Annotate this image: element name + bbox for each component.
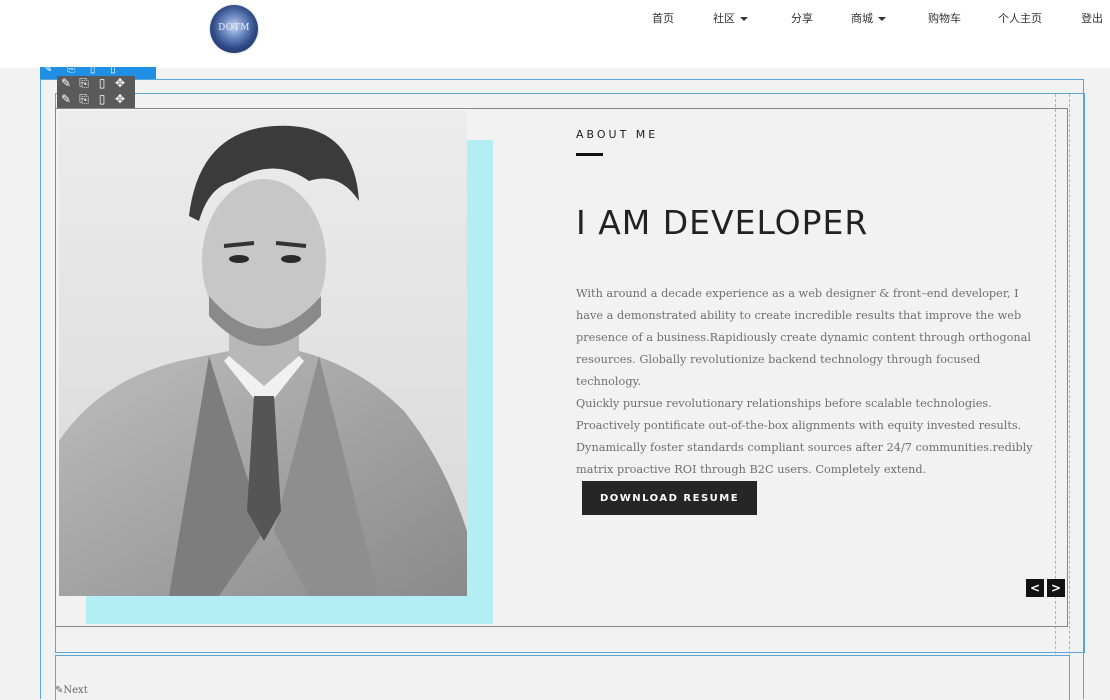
next-link-label: Next	[63, 685, 88, 696]
kicker-underline	[576, 153, 603, 156]
copy-icon[interactable]: ⎘	[78, 93, 90, 105]
slider-next-button[interactable]: >	[1047, 579, 1065, 597]
pencil-icon[interactable]: ✎	[60, 93, 72, 105]
nav-label: 社区	[713, 12, 735, 25]
move-icon[interactable]: ✥	[114, 77, 126, 89]
trash-icon[interactable]: ▯	[96, 77, 108, 89]
pencil-icon[interactable]: ✎	[60, 77, 72, 89]
bio-text: With around a decade experience as a web…	[576, 283, 1046, 481]
chevron-down-icon	[740, 17, 748, 21]
slider-prev-button[interactable]: <	[1026, 579, 1044, 597]
chevron-down-icon	[878, 17, 886, 21]
nav-label: 个人主页	[998, 12, 1042, 25]
move-icon[interactable]: ✥	[114, 93, 126, 105]
column-guide	[1069, 94, 1070, 654]
nav-label: 购物车	[928, 12, 961, 25]
nav-item-share[interactable]: 分享	[791, 10, 813, 26]
main-nav: 首页 社区 分享 商城 购物车 个人主页 登出	[0, 10, 1110, 30]
nav-item-mall[interactable]: 商城	[851, 10, 886, 26]
edit-tab-icons: ✎ ⎘ ▯ ▯	[44, 64, 122, 75]
trash-icon[interactable]: ▯	[96, 93, 108, 105]
block-edit-toolbox: ✎ ⎘ ▯ ✥ ✎ ⎘ ▯ ✥	[57, 76, 135, 108]
toolbox-row: ✎ ⎘ ▯ ✥	[60, 93, 126, 109]
nav-label: 首页	[652, 12, 674, 25]
nav-item-community[interactable]: 社区	[713, 10, 748, 26]
page-title: I AM DEVELOPER	[576, 203, 869, 242]
nav-label: 登出	[1081, 12, 1103, 25]
next-section-frame	[55, 655, 1070, 700]
nav-item-home[interactable]: 首页	[652, 10, 674, 26]
nav-item-cart[interactable]: 购物车	[928, 10, 961, 26]
top-navbar: DOTM 首页 社区 分享 商城 购物车 个人主页 登出	[0, 0, 1110, 68]
nav-item-logout[interactable]: 登出	[1081, 10, 1103, 26]
nav-label: 商城	[851, 12, 873, 25]
bio-paragraph: With around a decade experience as a web…	[576, 287, 1032, 388]
nav-item-profile[interactable]: 个人主页	[998, 10, 1042, 26]
nav-label: 分享	[791, 12, 813, 25]
toolbox-row: ✎ ⎘ ▯ ✥	[60, 77, 126, 93]
section-kicker: ABOUT ME	[576, 128, 659, 141]
next-link[interactable]: ✎Next	[55, 685, 88, 696]
download-resume-button[interactable]: DOWNLOAD RESUME	[582, 481, 757, 515]
copy-icon[interactable]: ⎘	[78, 77, 90, 89]
bio-paragraph: Quickly pursue revolutionary relationshi…	[576, 397, 1033, 476]
